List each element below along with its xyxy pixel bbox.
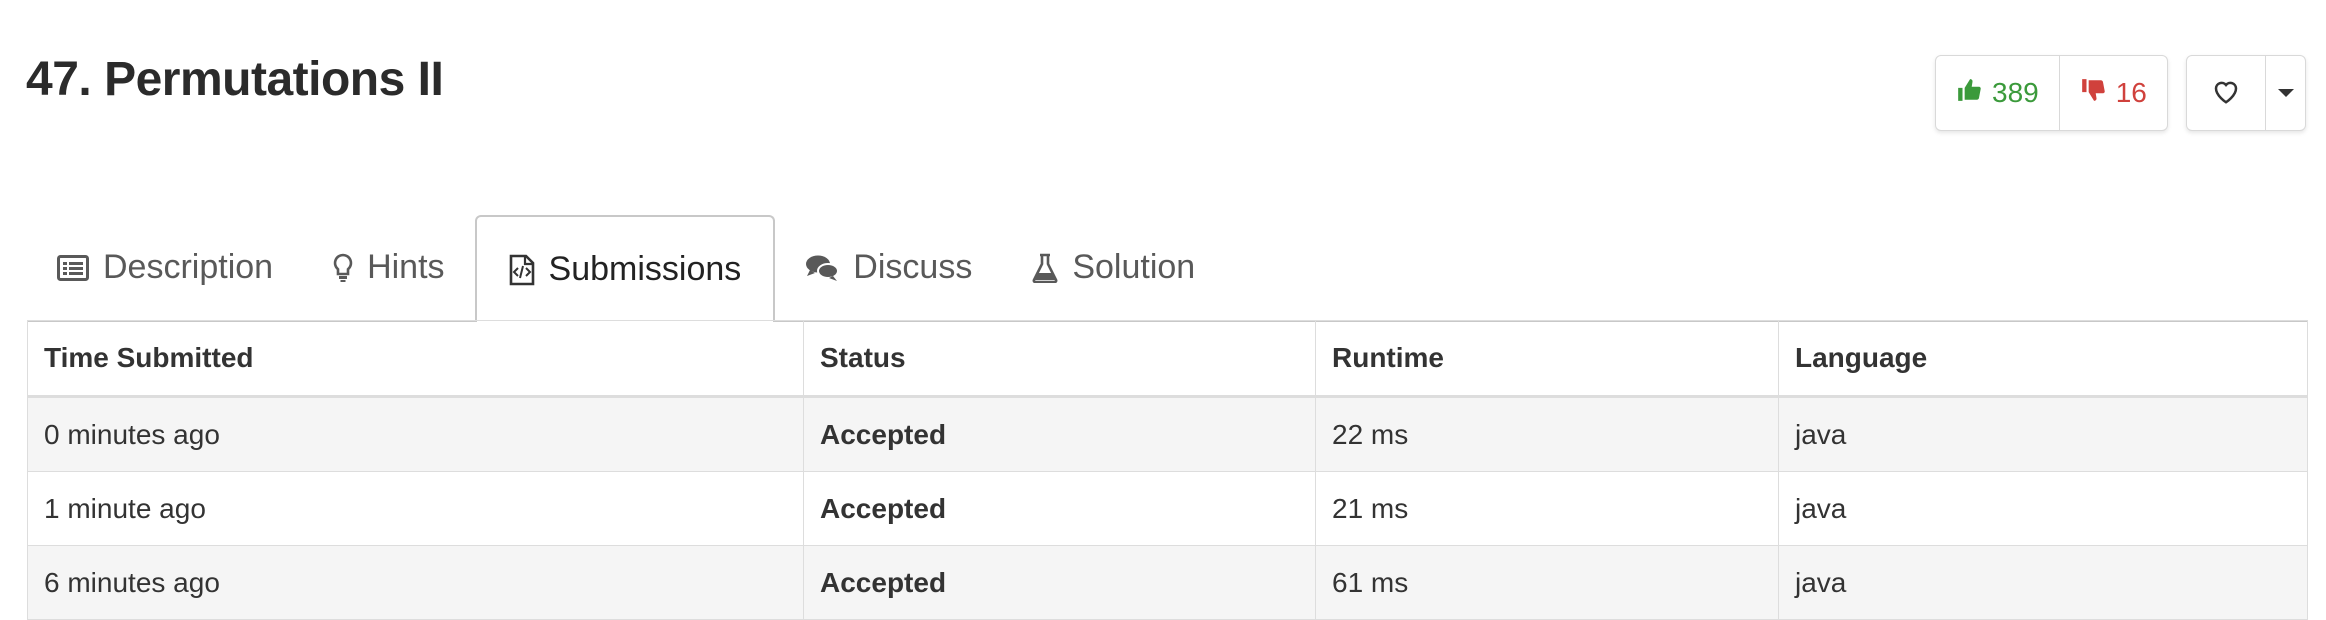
list-icon bbox=[57, 254, 89, 281]
time-submitted-cell: 6 minutes ago bbox=[27, 545, 804, 620]
runtime-cell: 21 ms bbox=[1315, 471, 1779, 546]
time-submitted-cell: 0 minutes ago bbox=[27, 396, 804, 472]
thumbs-down-icon bbox=[2080, 77, 2106, 110]
tab-label: Discuss bbox=[853, 248, 973, 286]
table-row: 6 minutes ago Accepted 61 ms java bbox=[27, 545, 2308, 620]
lightbulb-icon bbox=[333, 253, 353, 283]
code-file-icon bbox=[509, 254, 535, 286]
runtime-cell: 61 ms bbox=[1315, 545, 1779, 620]
tab-label: Solution bbox=[1072, 248, 1196, 286]
column-header-runtime[interactable]: Runtime bbox=[1315, 320, 1779, 398]
heart-icon bbox=[2211, 77, 2241, 110]
comments-icon bbox=[805, 254, 840, 282]
like-button[interactable]: 389 bbox=[1936, 56, 2059, 130]
tab-label: Hints bbox=[367, 248, 445, 286]
time-submitted-cell: 1 minute ago bbox=[27, 471, 804, 546]
flask-icon bbox=[1032, 253, 1058, 283]
favorite-button-group bbox=[2186, 55, 2306, 131]
tab-label: Description bbox=[103, 248, 274, 286]
tab-submissions[interactable]: Submissions bbox=[474, 215, 776, 322]
dislike-count: 16 bbox=[2115, 77, 2147, 108]
tab-description[interactable]: Description bbox=[27, 215, 303, 320]
status-cell[interactable]: Accepted bbox=[803, 545, 1316, 620]
caret-down-icon bbox=[2277, 89, 2294, 97]
page-title: 47. Permutations II bbox=[26, 53, 444, 106]
tab-label: Submissions bbox=[548, 250, 742, 288]
column-header-time[interactable]: Time Submitted bbox=[27, 320, 804, 398]
column-header-language[interactable]: Language bbox=[1778, 320, 2308, 398]
tab-discuss[interactable]: Discuss bbox=[775, 215, 1002, 320]
dislike-button[interactable]: 16 bbox=[2058, 56, 2167, 130]
favorite-dropdown-toggle[interactable] bbox=[2265, 56, 2305, 130]
vote-button-group: 389 16 bbox=[1935, 55, 2168, 131]
runtime-cell: 22 ms bbox=[1315, 396, 1779, 472]
problem-tabs: Description Hints Submissions Discuss So… bbox=[27, 215, 2307, 322]
thumbs-up-icon bbox=[1956, 77, 1982, 110]
language-cell: java bbox=[1778, 471, 2308, 546]
language-cell: java bbox=[1778, 396, 2308, 472]
table-header-row: Time Submitted Status Runtime Language bbox=[27, 320, 2308, 398]
language-cell: java bbox=[1778, 545, 2308, 620]
tab-hints[interactable]: Hints bbox=[303, 215, 474, 320]
submissions-table: Time Submitted Status Runtime Language 0… bbox=[27, 320, 2308, 620]
status-cell[interactable]: Accepted bbox=[803, 471, 1316, 546]
tab-solution[interactable]: Solution bbox=[1002, 215, 1225, 320]
favorite-button[interactable] bbox=[2187, 56, 2265, 130]
table-row: 1 minute ago Accepted 21 ms java bbox=[27, 471, 2308, 546]
table-row: 0 minutes ago Accepted 22 ms java bbox=[27, 396, 2308, 472]
like-count: 389 bbox=[1992, 77, 2039, 108]
status-cell[interactable]: Accepted bbox=[803, 396, 1316, 472]
column-header-status[interactable]: Status bbox=[803, 320, 1316, 398]
